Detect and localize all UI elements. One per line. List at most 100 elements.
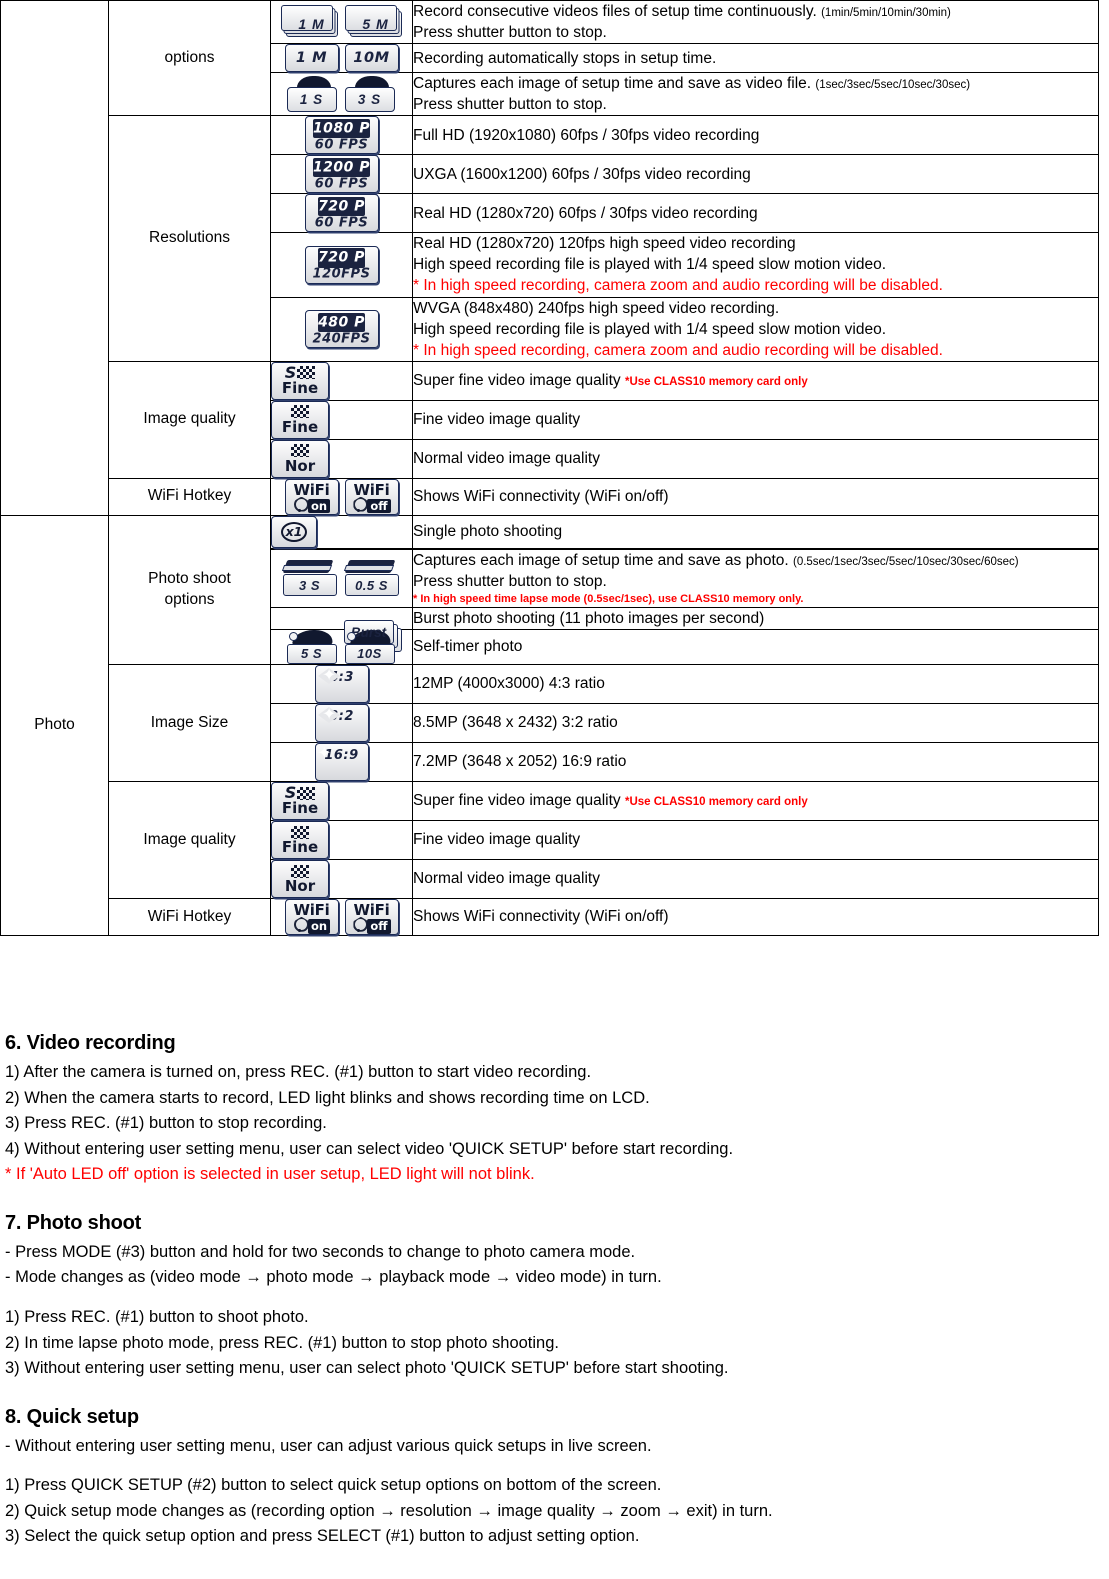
desc-line-1: Recording automatically stops in setup t… [413,49,717,67]
wifi-off-icon: WiFi off [344,478,399,515]
desc-cell-size-72mp: 7.2MP (3648 x 2052) 16:9 ratio [412,741,1099,782]
desc-cell-photo-superfine: Super fine video image quality *Use CLAS… [412,780,1099,821]
wifi-wave-icon [293,921,306,932]
icon-cell-photo-superfine: S Fine [270,780,413,821]
badge-1m-icon: 1 M [284,44,339,73]
badge-10m-icon: 10M [344,44,399,73]
icon-cell-photo-wifi: WiFi on WiFi off [270,897,413,936]
desc-note-red: *Use CLASS10 memory card only [624,796,808,809]
desc-cell-video-normal: Normal video image quality [412,438,1099,479]
desc-warning: * In high speed recording, camera zoom a… [413,341,943,359]
resolution-1200p60-icon: 1200 P 60 FPS [304,155,379,194]
dome-1s-icon: 1 S [286,76,339,113]
icon-cell-single-photo: x1 [270,514,413,550]
group-cell-resolutions: Resolutions [108,115,271,362]
resolution-720p60-icon: 720 P 60 FPS [304,194,379,233]
quality-normal-icon: Nor [271,859,329,898]
checker-pattern-icon [291,864,309,878]
icon-cell-video-normal: Nor [270,438,413,479]
desc-line-1: Real HD (1280x720) 120fps high speed vid… [413,235,796,253]
icon-cell-timelapse-video: 1 M 5 M [270,0,413,45]
section-7-line-1: - Press MODE (#3) button and hold for tw… [5,1242,636,1261]
quality-superfine-icon: S Fine [271,781,329,820]
desc-cell-video-wifi: Shows WiFi connectivity (WiFi on/off) [412,477,1099,516]
group-label-line-1: Photo shoot [148,569,231,587]
mode-cell-video [0,0,109,516]
section-heading-6: 6. Video recording [5,1032,176,1054]
desc-line-1: Normal video image quality [413,450,600,468]
desc-cell-timelapse-video: Record consecutive videos files of setup… [412,0,1099,45]
section-6-line-3: 3) Press REC. (#1) button to stop record… [5,1114,327,1133]
icon-cell-video-wifi: WiFi on WiFi off [270,477,413,516]
icon-cell-video-superfine: S Fine [270,360,413,401]
photo-stack-05s-icon: 0.5 S [343,560,401,597]
desc-line-1: Shows WiFi connectivity (WiFi on/off) [413,908,669,926]
group-cell-video-options: options [108,0,271,117]
section-quick-setup: 8. Quick setup - Without entering user s… [5,1406,1105,1550]
film-stack-1m-icon: 1 M [280,5,339,39]
desc-note-1: (1min/5min/10min/30min) [821,7,951,19]
icon-cell-res-720p120: 720 P 120FPS [270,232,413,298]
desc-note-1: (1sec/3sec/5sec/10sec/30sec) [815,79,971,92]
desc-line-1: Self-timer photo [413,638,523,656]
desc-cell-photo-normal: Normal video image quality [412,858,1099,899]
desc-cell-photo-timelapse: Captures each image of setup time and sa… [412,547,1099,608]
icon-cell-res-1080p60: 1080 P 60 FPS [270,115,413,156]
desc-line-1: Fine video image quality [413,411,581,429]
icon-cell-size-12mp: ✦ 4:3 [270,663,413,704]
section-photo-shoot: 7. Photo shoot - Press MODE (#3) button … [5,1212,1105,1382]
mode-cell-photo: Photo [0,514,109,936]
icon-cell-res-1200p60: 1200 P 60 FPS [270,154,413,195]
desc-cell-photo-wifi: Shows WiFi connectivity (WiFi on/off) [412,897,1099,936]
desc-line-1: 7.2MP (3648 x 2052) 16:9 ratio [413,753,627,771]
section-7-line-5: 3) Without entering user setting menu, u… [5,1359,729,1378]
icon-cell-size-72mp: ✦ 16:9 [270,741,413,782]
film-stack-5m-icon: 5 M [344,5,403,39]
wifi-off-icon: WiFi off [344,898,399,935]
desc-cell-selftimer: Self-timer photo [412,628,1099,665]
wifi-on-icon: WiFi on [284,478,339,515]
image-size-4-3-icon: ✦ 4:3 [314,664,369,703]
section-7-line-3: 1) Press REC. (#1) button to shoot photo… [5,1307,309,1326]
icon-cell-res-720p60: 720 P 60 FPS [270,193,413,234]
section-6-warning: * If 'Auto LED off' option is selected i… [5,1165,535,1184]
quality-normal-icon: Nor [271,439,329,478]
desc-cell-res-1200p60: UXGA (1600x1200) 60fps / 30fps video rec… [412,154,1099,195]
desc-line-1: Normal video image quality [413,870,600,888]
icon-cell-photo-timelapse: 3 S 0.5 S [270,547,413,608]
group-cell-photo-shoot-options: Photo shoot options [108,514,271,665]
desc-cell-photo-fine: Fine video image quality [412,819,1099,860]
section-8-line-2: 1) Press QUICK SETUP (#2) button to sele… [5,1476,662,1495]
desc-line-2: Press shutter button to stop. [413,24,607,42]
camera-settings-table: options 1 M 5 M Record consecutive video… [0,0,1099,936]
section-8-line-3: 2) Quick setup mode changes as (recordin… [5,1501,773,1520]
desc-cell-res-1080p60: Full HD (1920x1080) 60fps / 30fps video … [412,115,1099,156]
desc-line-1: Real HD (1280x720) 60fps / 30fps video r… [413,204,758,222]
section-heading-7: 7. Photo shoot [5,1211,142,1234]
group-label-line-2: options [164,590,215,608]
desc-cell-capture-interval: Captures each image of setup time and sa… [412,72,1099,117]
icon-cell-res-480p240: 480 P 240FPS [270,296,413,362]
desc-line-2: High speed recording file is played with… [413,256,887,274]
resolution-720p120-icon: 720 P 120FPS [304,245,379,284]
icon-cell-size-85mp: ✦ 3:2 [270,702,413,743]
wifi-wave-icon [352,501,365,512]
group-cell-video-image-quality: Image quality [108,360,271,479]
dome-3s-icon: 3 S [344,76,397,113]
instructions-sections: 6. Video recording 1) After the camera i… [5,1032,1105,1550]
desc-line-2: Press shutter button to stop. [413,96,607,114]
group-cell-photo-wifi-hotkey: WiFi Hotkey [108,897,271,936]
desc-line-1: Captures each image of setup time and sa… [413,551,789,569]
desc-cell-single-photo: Single photo shooting [412,514,1099,550]
desc-line-1: UXGA (1600x1200) 60fps / 30fps video rec… [413,165,751,183]
desc-line-1: Single photo shooting [413,523,563,541]
desc-cell-video-fine: Fine video image quality [412,399,1099,440]
photo-stack-3s-icon: 3 S [281,560,339,597]
checker-pattern-icon [297,786,316,800]
desc-note-red: *Use CLASS10 memory card only [624,376,808,389]
desc-line-1: Super fine video image quality [413,792,621,810]
quality-fine-icon: Fine [271,400,329,439]
desc-cell-video-superfine: Super fine video image quality *Use CLAS… [412,360,1099,401]
